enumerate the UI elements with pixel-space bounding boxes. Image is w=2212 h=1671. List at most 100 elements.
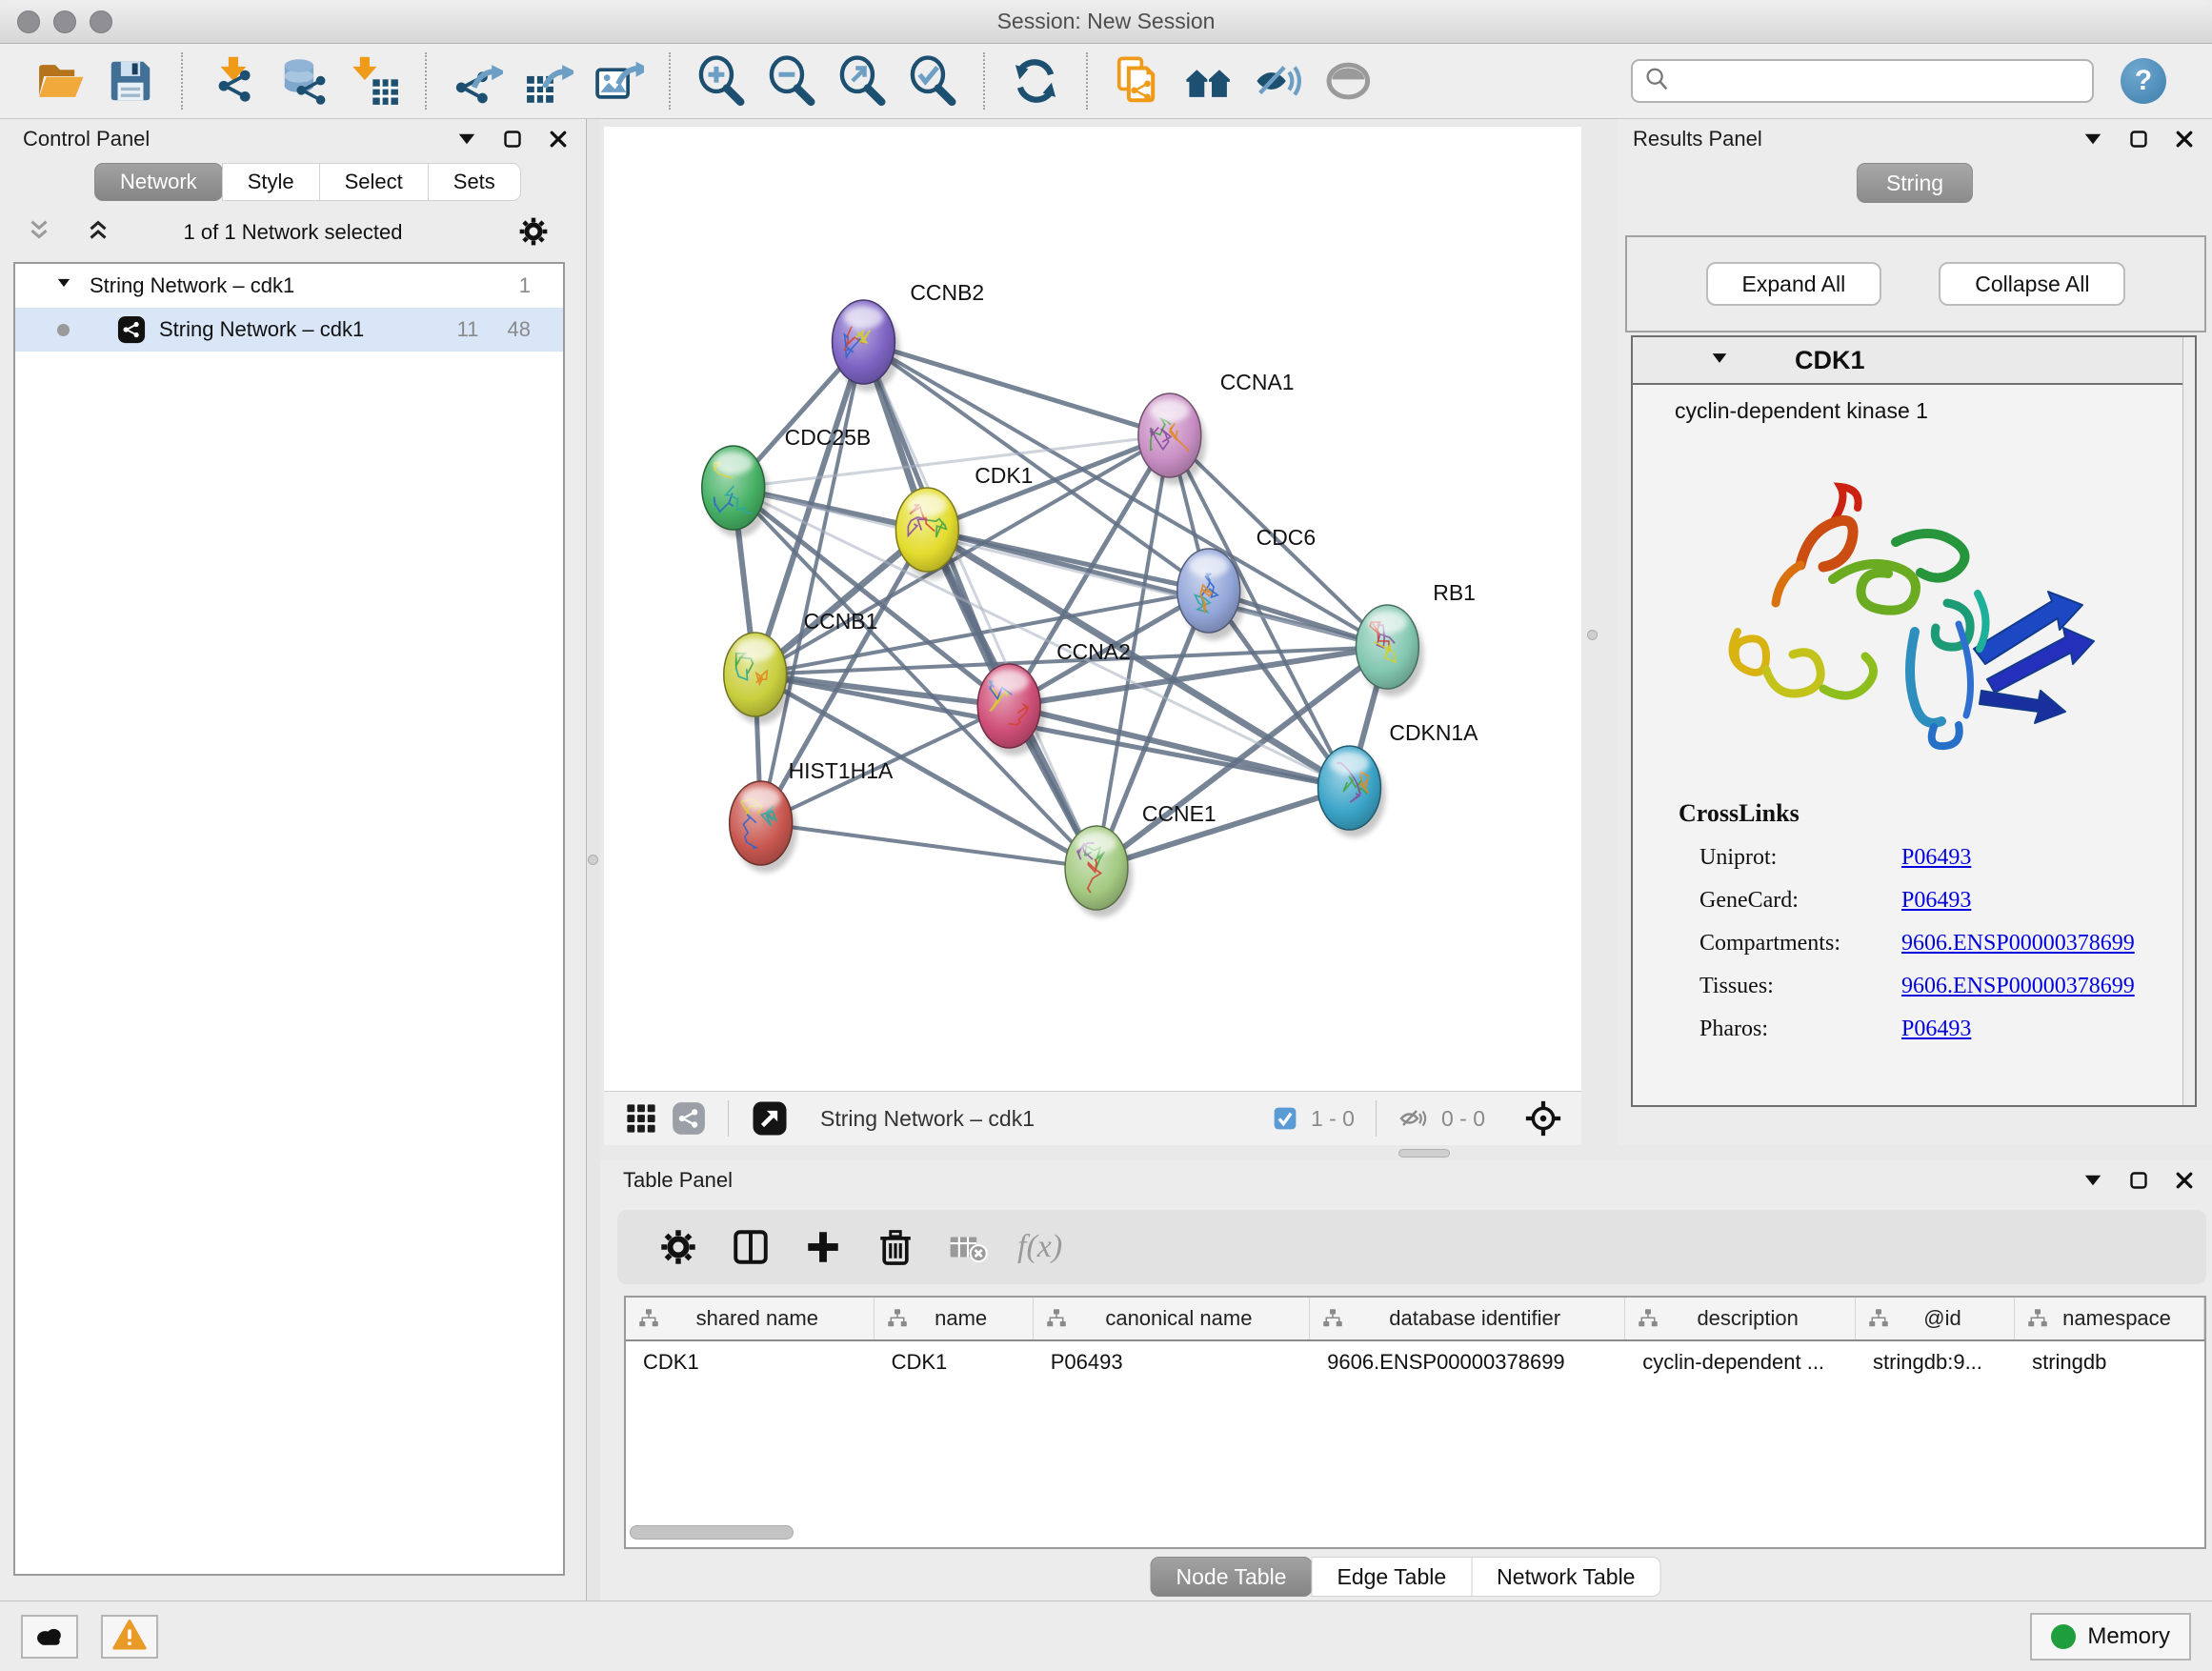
network-overview-icon[interactable] — [672, 1101, 706, 1136]
open-session-icon[interactable] — [32, 53, 88, 109]
hide-selected-icon[interactable] — [1252, 53, 1307, 109]
node-CCNE1[interactable]: CCNE1 — [1065, 801, 1217, 917]
right-splitter[interactable] — [1583, 119, 1618, 1145]
table-panel-collapse-icon[interactable] — [2079, 1166, 2107, 1195]
tab-edge-table[interactable]: Edge Table — [1311, 1557, 1472, 1597]
node-HIST1H1A[interactable]: HIST1H1A — [730, 758, 894, 873]
refresh-view-icon[interactable] — [1008, 53, 1063, 109]
expand-all-button[interactable]: Expand All — [1706, 262, 1882, 306]
table-cell[interactable]: stringdb — [2015, 1350, 2204, 1375]
show-all-icon[interactable] — [1322, 53, 1377, 109]
results-scrollbar[interactable] — [2182, 337, 2195, 1105]
crosslink-link[interactable]: 9606.ENSP00000378699 — [1901, 974, 2135, 999]
crosslink-link[interactable]: 9606.ENSP00000378699 — [1901, 931, 2135, 956]
tab-node-table[interactable]: Node Table — [1151, 1557, 1313, 1597]
horizontal-splitter[interactable] — [600, 1145, 2212, 1160]
control-panel-float-icon[interactable] — [498, 125, 527, 153]
edge-CCNB2-CCNE1[interactable] — [863, 342, 1096, 868]
column-header-canonical-name[interactable]: canonical name — [1034, 1298, 1310, 1339]
left-splitter[interactable] — [587, 119, 600, 1601]
table-cell[interactable]: stringdb:9... — [1856, 1350, 2015, 1375]
node-CDKN1A[interactable]: CDKN1A — [1318, 720, 1479, 837]
search-input[interactable] — [1671, 68, 2082, 94]
crosslink-link[interactable]: P06493 — [1901, 1017, 1971, 1042]
table-cell[interactable]: CDK1 — [875, 1350, 1034, 1375]
cloud-status-button[interactable] — [21, 1615, 78, 1659]
selected-checkbox-icon[interactable] — [1272, 1105, 1298, 1132]
left-splitter-handle[interactable] — [588, 855, 598, 865]
horizontal-splitter-handle[interactable] — [1398, 1149, 1450, 1158]
table-cell[interactable]: P06493 — [1034, 1350, 1310, 1375]
show-columns-icon[interactable] — [731, 1227, 771, 1267]
results-panel-collapse-icon[interactable] — [2079, 125, 2107, 153]
table-cell[interactable]: CDK1 — [626, 1350, 875, 1375]
column-header-shared-name[interactable]: shared name — [626, 1298, 875, 1339]
table-panel-float-icon[interactable] — [2124, 1166, 2153, 1195]
edge-CCNE1-HIST1H1A[interactable] — [761, 823, 1096, 868]
table-horizontal-scrollbar[interactable] — [630, 1525, 2183, 1540]
control-panel-collapse-icon[interactable] — [452, 125, 481, 153]
network-options-gear-icon[interactable] — [517, 215, 552, 250]
results-panel-float-icon[interactable] — [2124, 125, 2153, 153]
add-column-icon[interactable] — [803, 1227, 843, 1267]
search-box[interactable] — [1631, 59, 2094, 103]
table-cell[interactable]: cyclin-dependent ... — [1625, 1350, 1856, 1375]
delete-column-icon[interactable] — [875, 1227, 915, 1267]
gene-header[interactable]: CDK1 — [1633, 337, 2195, 385]
table-row[interactable]: CDK1CDK1P064939606.ENSP00000378699cyclin… — [626, 1341, 2204, 1383]
export-image-icon[interactable] — [591, 53, 646, 109]
crosslink-link[interactable]: P06493 — [1901, 845, 1971, 871]
help-button[interactable]: ? — [2121, 58, 2166, 104]
fit-selected-crosshair-icon[interactable] — [1524, 1099, 1562, 1137]
node-label-CCNA2: CCNA2 — [1056, 639, 1131, 664]
save-session-icon[interactable] — [103, 53, 158, 109]
hidden-eye-icon[interactable] — [1398, 1103, 1429, 1134]
network-collection-row[interactable]: String Network – cdk1 1 — [15, 264, 563, 308]
gene-collapse-icon[interactable] — [1707, 346, 1732, 375]
column-header--id[interactable]: @id — [1856, 1298, 2015, 1339]
grid-view-icon[interactable] — [624, 1101, 658, 1136]
import-table-file-icon[interactable] — [347, 53, 402, 109]
tab-style[interactable]: Style — [222, 163, 320, 201]
column-header-description[interactable]: description — [1625, 1298, 1856, 1339]
export-table-icon[interactable] — [520, 53, 575, 109]
node-RB1[interactable]: RB1 — [1356, 580, 1475, 696]
column-header-namespace[interactable]: namespace — [2015, 1298, 2204, 1339]
network-row-selected[interactable]: String Network – cdk1 11 48 — [15, 308, 563, 352]
warnings-button[interactable] — [101, 1615, 158, 1659]
crosslink-link[interactable]: P06493 — [1901, 888, 1971, 914]
import-network-file-icon[interactable] — [206, 53, 261, 109]
table-panel-close-icon[interactable] — [2170, 1166, 2199, 1195]
memory-button[interactable]: Memory — [2030, 1613, 2191, 1661]
zoom-out-icon[interactable] — [764, 53, 819, 109]
edge-CCNE1-CDKN1A[interactable] — [1096, 788, 1349, 868]
tab-string[interactable]: String — [1857, 163, 1973, 203]
birdseye-view-icon[interactable] — [751, 1099, 789, 1137]
tab-network[interactable]: Network — [94, 163, 223, 201]
tab-network-table[interactable]: Network Table — [1471, 1557, 1660, 1597]
control-panel-close-icon[interactable] — [544, 125, 573, 153]
column-header-name[interactable]: name — [875, 1298, 1034, 1339]
tab-select[interactable]: Select — [319, 163, 429, 201]
results-panel-close-icon[interactable] — [2170, 125, 2199, 153]
zoom-selected-icon[interactable] — [905, 53, 960, 109]
node-label-CDC25B: CDC25B — [785, 425, 872, 450]
edge-CCNB2-HIST1H1A[interactable] — [761, 342, 864, 823]
show-home-icon[interactable] — [1181, 53, 1237, 109]
table-cell[interactable]: 9606.ENSP00000378699 — [1310, 1350, 1625, 1375]
tab-sets[interactable]: Sets — [428, 163, 521, 201]
scrollbar-thumb[interactable] — [630, 1525, 794, 1540]
export-network-icon[interactable] — [450, 53, 505, 109]
network-canvas[interactable]: CCNB2 CCNA1 CDC25B CDK1 CDC6 RB1 CCNB1 — [604, 127, 1581, 1091]
right-splitter-handle[interactable] — [1587, 630, 1598, 640]
column-header-database-identifier[interactable]: database identifier — [1310, 1298, 1625, 1339]
edge-CCNB2-CCNA1[interactable] — [863, 342, 1169, 435]
clone-network-icon[interactable] — [1111, 53, 1166, 109]
collection-expand-icon[interactable] — [53, 272, 74, 299]
zoom-fit-icon[interactable] — [835, 53, 890, 109]
node-CCNA1[interactable]: CCNA1 — [1138, 370, 1295, 485]
import-network-database-icon[interactable] — [276, 53, 332, 109]
table-options-gear-icon[interactable] — [658, 1227, 698, 1267]
collapse-all-button[interactable]: Collapse All — [1939, 262, 2125, 306]
zoom-in-icon[interactable] — [694, 53, 749, 109]
